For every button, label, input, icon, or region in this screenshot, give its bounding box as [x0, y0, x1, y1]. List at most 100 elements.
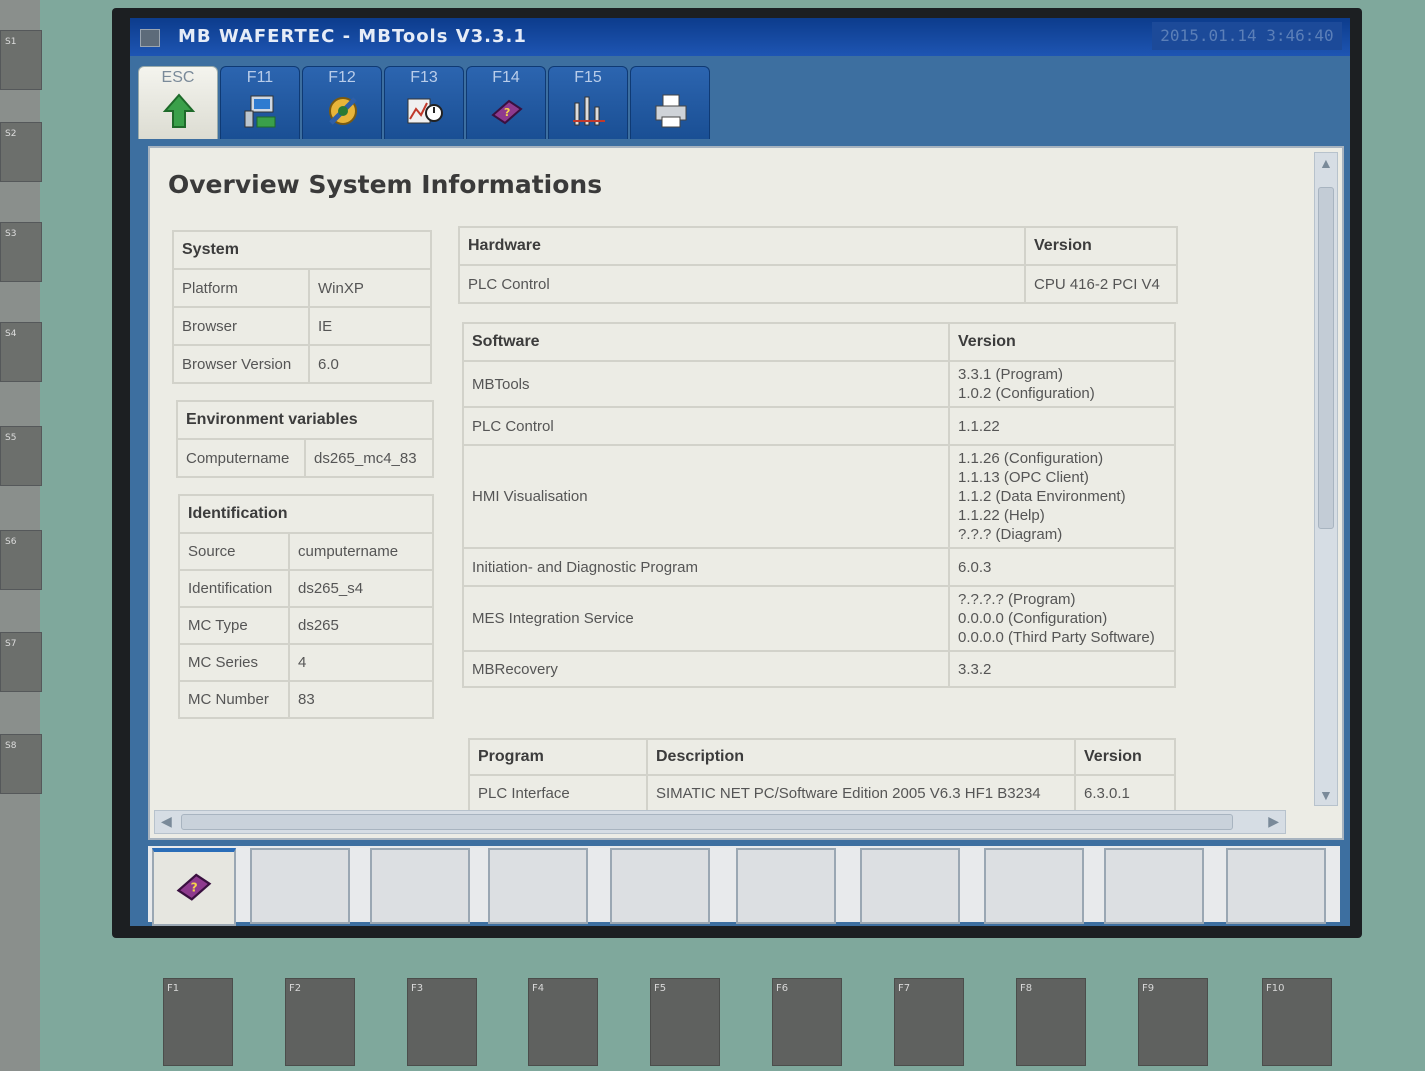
scroll-left-arrow-icon[interactable]: ◀	[161, 813, 172, 830]
function-key-f7[interactable]: F7	[894, 978, 964, 1066]
function-key-label: F5	[654, 983, 667, 994]
softkey-6[interactable]	[736, 848, 836, 924]
table-row: HMI Visualisation 1.1.26 (Configuration)…	[462, 444, 1176, 549]
system-table: System Platform WinXP Browser IE Browser V…	[172, 230, 432, 384]
function-key-label: F3	[411, 983, 424, 994]
function-key-label: F1	[167, 983, 180, 994]
side-key-7[interactable]: S7	[0, 632, 42, 692]
function-key-f10[interactable]: F10	[1262, 978, 1332, 1066]
softkey-7[interactable]	[860, 848, 960, 924]
tab-f11[interactable]: F11	[220, 66, 300, 139]
function-key-f9[interactable]: F9	[1138, 978, 1208, 1066]
tab-key-label: F14	[492, 69, 520, 86]
help-softkey[interactable]: ?	[152, 848, 236, 926]
side-key-4[interactable]: S4	[0, 322, 42, 382]
scroll-right-arrow-icon[interactable]: ▶	[1268, 813, 1279, 830]
help-book-icon: ?	[491, 99, 523, 125]
version-line: 1.1.2 (Data Environment)	[958, 488, 1126, 505]
version-line: ?.?.? (Diagram)	[958, 526, 1063, 543]
program-label: PLC Interface	[468, 774, 648, 812]
softkey-8[interactable]	[984, 848, 1084, 924]
horizontal-scrollbar[interactable]: ◀ ▶	[154, 810, 1286, 834]
tab-esc[interactable]: ESC	[138, 66, 218, 139]
side-key-1[interactable]: S1	[0, 30, 42, 90]
version-line: 1.0.2 (Configuration)	[958, 385, 1095, 402]
side-key-label: S3	[5, 229, 17, 239]
vertical-scroll-thumb[interactable]	[1318, 187, 1334, 529]
software-label: HMI Visualisation	[462, 444, 950, 549]
version-line: ?.?.?.? (Program)	[958, 591, 1076, 608]
tab-key-label: ESC	[161, 69, 195, 86]
app-icon	[140, 29, 160, 47]
scroll-down-arrow-icon[interactable]: ▼	[1319, 787, 1333, 803]
function-key-label: F10	[1266, 983, 1285, 994]
identification-label: MC Number	[178, 680, 290, 719]
system-value: WinXP	[308, 268, 432, 308]
softkey-10[interactable]	[1226, 848, 1326, 924]
program-version-header: Version	[1074, 738, 1176, 776]
environment-value: ds265_mc4_83	[304, 438, 434, 478]
version-line: 1.1.22 (Help)	[958, 507, 1045, 524]
side-key-label: S4	[5, 329, 17, 339]
environment-table: Environment variables Computername ds265_…	[176, 400, 434, 478]
table-row: Initiation- and Diagnostic Program 6.0.3	[462, 547, 1176, 587]
program-description: SIMATIC NET PC/Software Edition 2005 V6.…	[646, 774, 1076, 812]
software-version: ?.?.?.? (Program) 0.0.0.0 (Configuration…	[948, 585, 1176, 652]
software-label: Initiation- and Diagnostic Program	[462, 547, 950, 587]
function-key-f3[interactable]: F3	[407, 978, 477, 1066]
tab-f14[interactable]: F14 ?	[466, 66, 546, 139]
scroll-up-arrow-icon[interactable]: ▲	[1319, 155, 1333, 171]
tab-f13[interactable]: F13	[384, 66, 464, 139]
clock-display: 2015.01.14 3:46:40 PM	[1152, 22, 1342, 73]
softkey-4[interactable]	[488, 848, 588, 924]
function-key-f6[interactable]: F6	[772, 978, 842, 1066]
identification-value: ds265_s4	[288, 569, 434, 608]
side-key-5[interactable]: S5	[0, 426, 42, 486]
function-key-label: F4	[532, 983, 545, 994]
table-row: PLC Control 1.1.22	[462, 406, 1176, 446]
function-key-f2[interactable]: F2	[285, 978, 355, 1066]
horizontal-scroll-thumb[interactable]	[181, 814, 1233, 830]
software-label: MES Integration Service	[462, 585, 950, 652]
tab-f15[interactable]: F15	[548, 66, 628, 139]
program-header: Program	[468, 738, 648, 776]
side-key-label: S1	[5, 37, 17, 47]
function-key-f5[interactable]: F5	[650, 978, 720, 1066]
function-key-f8[interactable]: F8	[1016, 978, 1086, 1066]
hmi-screen: MB WAFERTEC - MBTools V3.3.1 2015.01.14 …	[130, 18, 1350, 926]
side-key-label: S8	[5, 741, 17, 751]
softkey-3[interactable]	[370, 848, 470, 924]
chart-clock-icon	[407, 98, 443, 124]
system-value: IE	[308, 306, 432, 346]
software-header: Software	[462, 322, 950, 362]
tab-print[interactable]	[630, 66, 710, 139]
tab-key-label: F15	[574, 69, 602, 86]
tab-key-label: F11	[246, 69, 274, 86]
side-key-6[interactable]: S6	[0, 530, 42, 590]
function-toolbar: ESC F11 F12 F13 F14 ? F15	[130, 56, 1350, 140]
identification-value: ds265	[288, 606, 434, 645]
version-line: 0.0.0.0 (Configuration)	[958, 610, 1108, 627]
software-label: MBTools	[462, 360, 950, 408]
system-header: System	[172, 230, 432, 270]
side-key-2[interactable]: S2	[0, 122, 42, 182]
identification-label: MC Series	[178, 643, 290, 682]
softkey-9[interactable]	[1104, 848, 1204, 924]
software-version: 3.3.1 (Program) 1.0.2 (Configuration)	[948, 360, 1176, 408]
software-version: 1.1.22	[948, 406, 1176, 446]
identification-header: Identification	[178, 494, 434, 534]
side-key-8[interactable]: S8	[0, 734, 42, 794]
hardware-version-header: Version	[1024, 226, 1178, 266]
function-key-f4[interactable]: F4	[528, 978, 598, 1066]
identification-table: Identification Source cumputername Identi…	[178, 494, 434, 719]
side-key-3[interactable]: S3	[0, 222, 42, 282]
system-label: Browser	[172, 306, 310, 346]
software-table: Software Version MBTools 3.3.1 (Program) …	[462, 322, 1176, 688]
up-arrow-icon	[162, 93, 196, 128]
tab-f12[interactable]: F12	[302, 66, 382, 139]
vertical-scrollbar[interactable]: ▲ ▼	[1314, 152, 1338, 806]
softkey-2[interactable]	[250, 848, 350, 924]
softkey-5[interactable]	[610, 848, 710, 924]
table-row: MBTools 3.3.1 (Program) 1.0.2 (Configura…	[462, 360, 1176, 408]
function-key-f1[interactable]: F1	[163, 978, 233, 1066]
